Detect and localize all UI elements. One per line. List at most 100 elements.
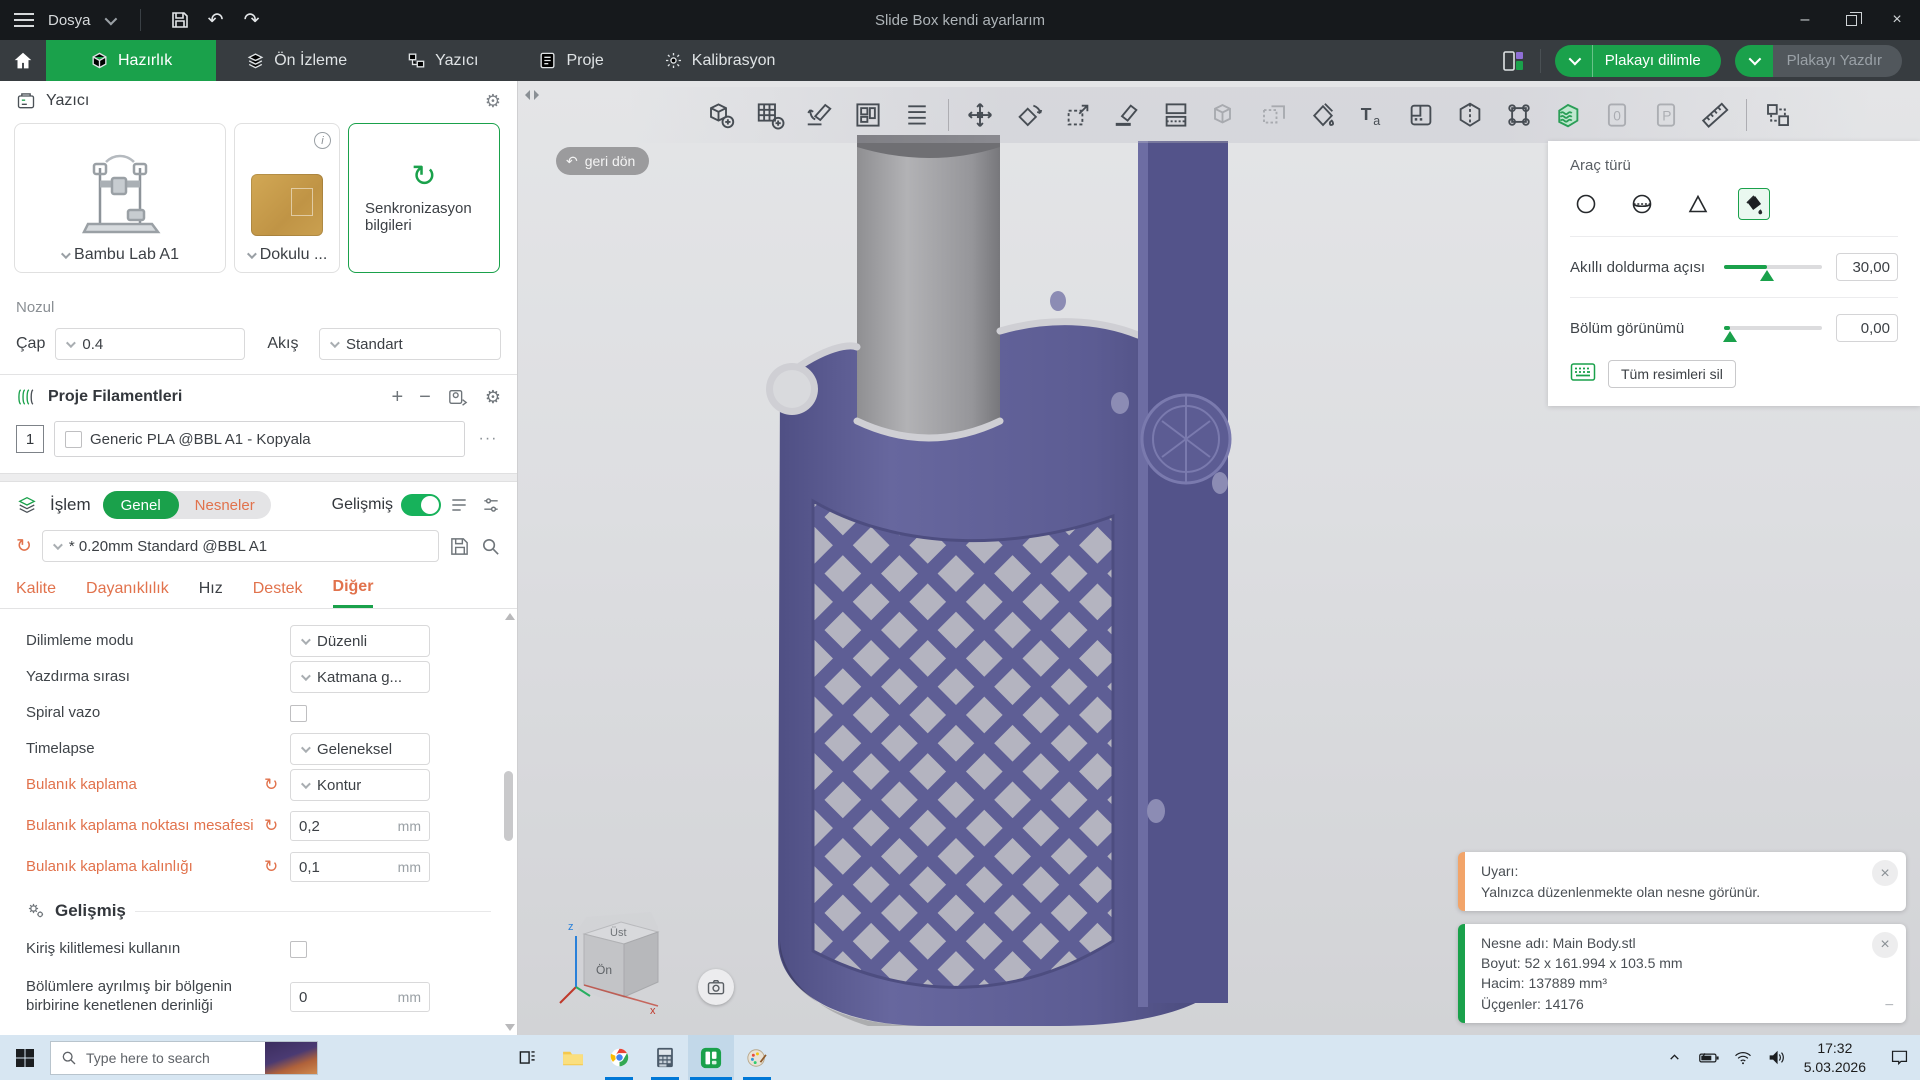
- assembly-icon[interactable]: [1760, 97, 1796, 133]
- undo-button[interactable]: ↶: [203, 7, 229, 33]
- cut-tool-icon[interactable]: [1452, 97, 1488, 133]
- paint-button[interactable]: [734, 1035, 780, 1080]
- search-highlight-image[interactable]: [265, 1042, 317, 1074]
- seam-paint-icon[interactable]: [1501, 97, 1537, 133]
- remove-filament-button[interactable]: −: [419, 386, 431, 409]
- section-view-slider[interactable]: [1724, 326, 1822, 330]
- search-settings-icon[interactable]: [480, 536, 501, 557]
- advanced-toggle[interactable]: [401, 494, 441, 516]
- back-button[interactable]: ↶ geri dön: [556, 147, 649, 175]
- close-button[interactable]: ×: [1874, 0, 1920, 40]
- navigation-cube[interactable]: Üst Ön x z: [546, 892, 696, 1027]
- redo-button[interactable]: ↷: [239, 7, 265, 33]
- rotate-icon[interactable]: [1011, 97, 1047, 133]
- color-paint-icon[interactable]: [1403, 97, 1439, 133]
- snapshot-camera-button[interactable]: [698, 969, 734, 1005]
- clock[interactable]: 17:32 5.03.2026: [1796, 1039, 1874, 1077]
- tab-support[interactable]: Destek: [253, 580, 303, 607]
- slider-marker[interactable]: [1760, 270, 1774, 281]
- tab-strength[interactable]: Dayanıklılık: [86, 580, 169, 607]
- nozzle-diameter-select[interactable]: 0.4: [55, 328, 245, 360]
- start-button[interactable]: [0, 1035, 50, 1080]
- add-object-icon[interactable]: [703, 97, 739, 133]
- task-view-button[interactable]: [504, 1035, 550, 1080]
- reset-preset-icon[interactable]: ↻: [16, 537, 32, 556]
- tab-calibration[interactable]: Kalibrasyon: [634, 40, 806, 81]
- fuzzy-skin-paint-icon[interactable]: [1550, 97, 1586, 133]
- timelapse-select[interactable]: Geleneksel: [290, 733, 430, 765]
- split-to-plates-icon[interactable]: [1158, 97, 1194, 133]
- fill-tool[interactable]: [1738, 188, 1770, 220]
- panel-splitter-handle[interactable]: [524, 89, 540, 101]
- tab-quality[interactable]: Kalite: [16, 580, 56, 607]
- wifi-icon[interactable]: [1728, 1035, 1758, 1080]
- tab-preview[interactable]: Ön İzleme: [216, 40, 377, 81]
- section-view-value[interactable]: 0,00: [1836, 314, 1898, 342]
- scale-icon[interactable]: [1060, 97, 1096, 133]
- file-menu[interactable]: Dosya: [14, 12, 114, 29]
- printer-card[interactable]: Bambu Lab A1: [14, 123, 226, 273]
- print-options-chevron[interactable]: [1735, 45, 1773, 77]
- plate-settings-icon[interactable]: [1500, 48, 1526, 74]
- fuzzy-point-distance-input[interactable]: 0,2mm: [290, 811, 430, 841]
- viewport-3d[interactable]: Ta 0 P ↶ geri dön Araç türü: [518, 81, 1920, 1035]
- taskbar-search-input[interactable]: Type here to search: [50, 1041, 318, 1075]
- arrange-icon[interactable]: [850, 97, 886, 133]
- filament-more-button[interactable]: ···: [475, 426, 501, 452]
- move-icon[interactable]: [962, 97, 998, 133]
- scrollbar-thumb[interactable]: [504, 771, 513, 841]
- mode-objects[interactable]: Nesneler: [179, 497, 271, 514]
- tab-speed[interactable]: Hız: [199, 580, 223, 607]
- info-icon[interactable]: i: [314, 132, 331, 149]
- tab-project[interactable]: Proje: [508, 40, 633, 81]
- sphere-brush-tool[interactable]: [1626, 188, 1658, 220]
- slice-plate-button[interactable]: Plakayı dilimle: [1555, 45, 1721, 77]
- minimize-note-icon[interactable]: −: [1885, 994, 1894, 1017]
- tray-chevron-icon[interactable]: [1660, 1035, 1690, 1080]
- add-plate-icon[interactable]: [752, 97, 788, 133]
- close-icon[interactable]: ×: [1872, 932, 1898, 958]
- smart-fill-angle-value[interactable]: 30,00: [1836, 253, 1898, 281]
- interlocking-depth-input[interactable]: 0mm: [290, 982, 430, 1012]
- spiral-vase-checkbox[interactable]: [290, 705, 307, 722]
- tune-settings-icon[interactable]: [481, 495, 501, 515]
- print-order-select[interactable]: Katmana g...: [290, 661, 430, 693]
- filament-select[interactable]: Generic PLA @BBL A1 - Kopyala: [54, 421, 465, 457]
- layer-list-icon[interactable]: [899, 97, 935, 133]
- calculator-button[interactable]: [642, 1035, 688, 1080]
- ams-sync-icon[interactable]: [447, 387, 469, 407]
- chrome-button[interactable]: [596, 1035, 642, 1080]
- process-mode-switch[interactable]: Genel Nesneler: [103, 491, 271, 519]
- support-paint-icon[interactable]: [1305, 97, 1341, 133]
- model-main-body[interactable]: [758, 121, 1258, 1035]
- scroll-down-arrow[interactable]: [505, 1024, 515, 1031]
- measure-icon[interactable]: [1697, 97, 1733, 133]
- fuzzy-thickness-input[interactable]: 0,1mm: [290, 852, 430, 882]
- smart-fill-angle-slider[interactable]: [1724, 265, 1822, 269]
- fuzzy-skin-select[interactable]: Kontur: [290, 769, 430, 801]
- triangle-tool[interactable]: [1682, 188, 1714, 220]
- bambu-studio-button[interactable]: [688, 1035, 734, 1080]
- file-explorer-button[interactable]: [550, 1035, 596, 1080]
- add-filament-button[interactable]: +: [391, 386, 403, 409]
- home-button[interactable]: [0, 40, 46, 81]
- nozzle-flow-select[interactable]: Standart: [319, 328, 501, 360]
- reset-value-icon[interactable]: ↻: [264, 775, 290, 795]
- tab-others[interactable]: Diğer: [333, 578, 374, 608]
- text-tool-icon[interactable]: Ta: [1354, 97, 1390, 133]
- mode-global[interactable]: Genel: [103, 491, 179, 519]
- reset-value-icon[interactable]: ↻: [264, 857, 290, 877]
- circle-brush-tool[interactable]: [1570, 188, 1602, 220]
- plate-card[interactable]: i Dokulu ...: [234, 123, 340, 273]
- tab-device[interactable]: Yazıcı: [377, 40, 508, 81]
- settings-scrollbar[interactable]: [503, 609, 515, 1035]
- reset-value-icon[interactable]: ↻: [264, 816, 290, 836]
- filament-color-checkbox[interactable]: [65, 431, 82, 448]
- auto-orient-icon[interactable]: [801, 97, 837, 133]
- keyboard-shortcuts-icon[interactable]: [1570, 362, 1596, 387]
- slicing-mode-select[interactable]: Düzenli: [290, 625, 430, 657]
- minimize-button[interactable]: –: [1782, 0, 1828, 40]
- action-center-button[interactable]: [1878, 1035, 1920, 1080]
- volume-icon[interactable]: [1762, 1035, 1792, 1080]
- sync-info-card[interactable]: ↻ Senkronizasyon bilgileri: [348, 123, 500, 273]
